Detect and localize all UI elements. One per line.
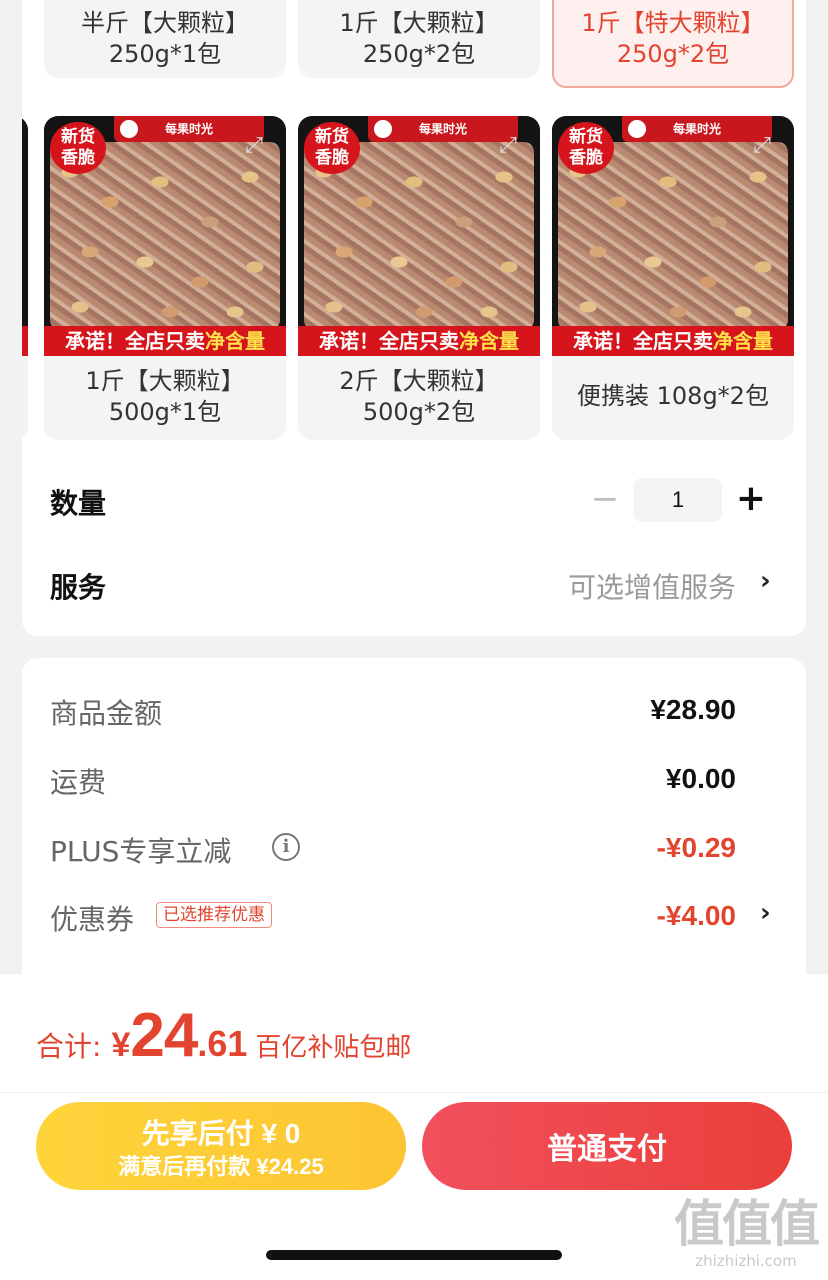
brand-logo-icon bbox=[626, 118, 648, 140]
quantity-increase-button[interactable]: + bbox=[734, 480, 768, 520]
info-icon[interactable]: i bbox=[272, 833, 300, 861]
coupon-badge: 已选推荐优惠 bbox=[156, 902, 272, 928]
sku-option-line1: 2斤【大颗粒】 bbox=[339, 367, 499, 395]
expand-icon[interactable]: ⤢ bbox=[748, 132, 776, 160]
product-image: 每果时光 新货 香脆 ⤢ 承诺！全店只卖净含量 bbox=[44, 116, 286, 356]
sku-option-portable-108g[interactable]: 每果时光 新货 香脆 ⤢ 承诺！全店只卖净含量 便携装 108g*2包 bbox=[552, 116, 794, 440]
site-watermark: 值值值 zhizhizhi.com bbox=[674, 1195, 820, 1270]
fresh-tag: 新货 香脆 bbox=[50, 122, 106, 174]
chevron-right-icon[interactable]: › bbox=[760, 566, 771, 596]
pay-later-subtitle: 满意后再付款 ¥24.25 bbox=[118, 1154, 324, 1179]
fresh-tag: 新货 香脆 bbox=[558, 122, 614, 174]
expand-icon[interactable]: ⤢ bbox=[240, 132, 268, 160]
goods-amount-value: ¥28.90 bbox=[650, 694, 736, 725]
service-label: 服务 bbox=[50, 571, 107, 604]
total-currency: ¥ bbox=[111, 1026, 131, 1064]
product-image: 承诺！全店只卖净含量 bbox=[22, 116, 28, 356]
sku-option-line1: 1斤【大颗粒】 bbox=[85, 367, 245, 395]
expand-icon[interactable]: ⤢ bbox=[494, 132, 522, 160]
total-decimal: .61 bbox=[197, 1023, 248, 1064]
brand-logo-icon bbox=[118, 118, 140, 140]
total-label: 合计: bbox=[36, 1030, 102, 1063]
brand-logo-icon bbox=[372, 118, 394, 140]
watermark-logo: 值值值 bbox=[674, 1195, 820, 1253]
shipping-label: 运费 bbox=[50, 766, 107, 799]
sku-selection-card: 半斤【大颗粒】 250g*1包 1斤【大颗粒】 250g*2包 1斤【特大颗粒】… bbox=[22, 0, 806, 636]
quantity-label: 数量 bbox=[50, 487, 107, 520]
quantity-decrease-button[interactable]: − bbox=[588, 481, 622, 519]
sku-option-2jin-500g[interactable]: 每果时光 新货 香脆 ⤢ 承诺！全店只卖净含量 2斤【大颗粒】 500g*2包 bbox=[298, 116, 540, 440]
pay-later-title: 先享后付 ¥ 0 bbox=[141, 1118, 301, 1149]
sku-option-1jin-500g[interactable]: 每果时光 新货 香脆 ⤢ 承诺！全店只卖净含量 1斤【大颗粒】 500g*1包 bbox=[44, 116, 286, 440]
chevron-right-icon[interactable]: › bbox=[760, 898, 771, 928]
sku-option-line2: 250g*2包 bbox=[362, 40, 476, 68]
sku-option-line1: 便携装 108g*2包 bbox=[577, 382, 769, 410]
product-image: 每果时光 新货 香脆 ⤢ 承诺！全店只卖净含量 bbox=[298, 116, 540, 356]
coupon-value[interactable]: -¥4.00 bbox=[657, 900, 736, 932]
sku-option-line2: 250g*1包 bbox=[108, 40, 222, 68]
coupon-label: 优惠券 bbox=[50, 903, 135, 936]
fresh-tag: 新货 香脆 bbox=[304, 122, 360, 174]
quantity-input[interactable] bbox=[634, 478, 722, 522]
sku-option-half-jin[interactable]: 半斤【大颗粒】 250g*1包 bbox=[44, 0, 286, 78]
service-hint[interactable]: 可选增值服务 bbox=[568, 566, 736, 606]
pay-later-button[interactable]: 先享后付 ¥ 0 满意后再付款 ¥24.25 bbox=[36, 1102, 406, 1190]
order-total: 合计: ¥24.61 百亿补贴包邮 bbox=[36, 1000, 411, 1070]
sku-option-line1: 1斤【特大颗粒】 bbox=[581, 9, 765, 37]
sku-option-1jin-extra-large[interactable]: 1斤【特大颗粒】 250g*2包 bbox=[552, 0, 794, 88]
sku-option-line2: 500g*1包 bbox=[108, 398, 222, 426]
sku-option-1jin-2pack[interactable]: 1斤【大颗粒】 250g*2包 bbox=[298, 0, 540, 78]
product-banner: 承诺！全店只卖净含量 bbox=[44, 326, 286, 356]
plus-discount-value: -¥0.29 bbox=[656, 832, 736, 863]
shipping-value: ¥0.00 bbox=[665, 763, 736, 794]
regular-pay-button[interactable]: 普通支付 bbox=[422, 1102, 792, 1190]
home-indicator bbox=[266, 1250, 562, 1260]
product-banner: 承诺！全店只卖净含量 bbox=[22, 326, 28, 356]
sku-option-line2: 500g*2包 bbox=[362, 398, 476, 426]
product-image: 每果时光 新货 香脆 ⤢ 承诺！全店只卖净含量 bbox=[552, 116, 794, 356]
sku-option-line1: 1斤【大颗粒】 bbox=[339, 9, 499, 37]
goods-amount-label: 商品金额 bbox=[50, 697, 163, 730]
sku-option-line1: 半斤【大颗粒】 bbox=[81, 9, 249, 37]
sku-option-line2: 250g*2包 bbox=[616, 40, 730, 68]
plus-discount-label: PLUS专享立减 bbox=[50, 835, 232, 868]
divider bbox=[0, 1092, 828, 1093]
subsidy-note: 百亿补贴包邮 bbox=[255, 1033, 412, 1063]
product-banner: 承诺！全店只卖净含量 bbox=[298, 326, 540, 356]
sku-option-offscreen[interactable]: 承诺！全店只卖净含量 bbox=[22, 116, 28, 440]
total-integer: 24 bbox=[130, 1001, 198, 1070]
product-banner: 承诺！全店只卖净含量 bbox=[552, 326, 794, 356]
watermark-url: zhizhizhi.com bbox=[695, 1252, 797, 1270]
